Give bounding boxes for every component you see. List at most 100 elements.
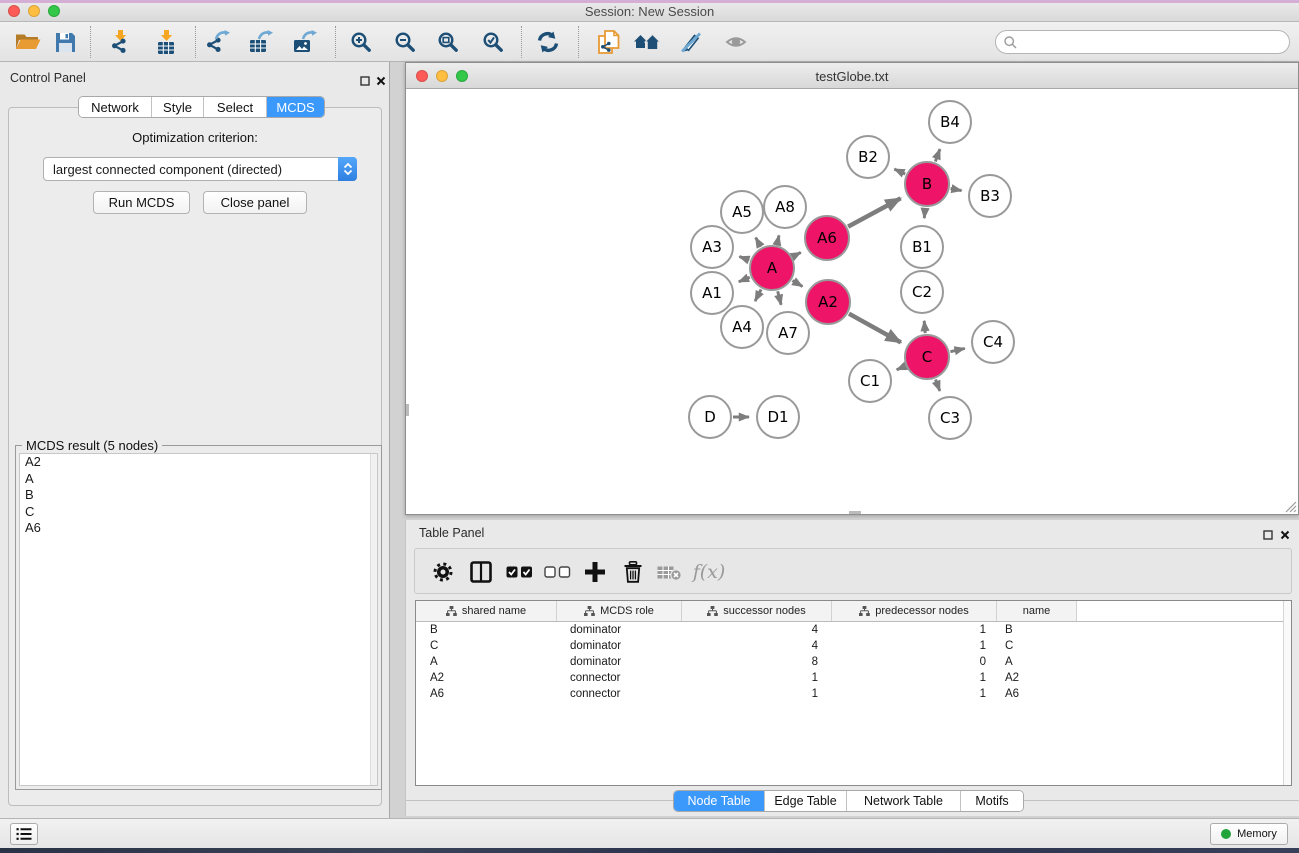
close-panel-icon[interactable] [374, 74, 388, 88]
graph-node-C1[interactable]: C1 [849, 360, 891, 402]
table-cell[interactable]: C [997, 638, 1077, 654]
graph-node-A1[interactable]: A1 [691, 272, 733, 314]
show-graphics-details-eye-icon[interactable] [718, 24, 754, 60]
table-cell[interactable]: 1 [682, 686, 832, 702]
table-cell[interactable]: B [416, 622, 557, 638]
graph-edge-C-C4[interactable] [950, 348, 964, 351]
graph-node-A2[interactable]: A2 [806, 280, 850, 324]
graph-node-B4[interactable]: B4 [929, 101, 971, 143]
zoom-fit-icon[interactable] [430, 24, 466, 60]
table-cell[interactable]: 0 [832, 654, 997, 670]
close-panel-button[interactable]: Close panel [203, 191, 307, 214]
create-column-plus-icon[interactable] [579, 556, 611, 588]
column-header-shared-name[interactable]: shared name [416, 601, 557, 621]
table-cell[interactable]: dominator [557, 654, 682, 670]
float-panel-icon[interactable] [358, 74, 372, 88]
graph-edge-C-C3[interactable] [936, 380, 940, 391]
import-table-icon[interactable] [148, 24, 184, 60]
float-table-panel-icon[interactable] [1261, 528, 1275, 542]
home-icon[interactable] [629, 24, 665, 60]
delete-columns-trash-icon[interactable] [617, 556, 649, 588]
resize-grip-icon[interactable] [1284, 500, 1297, 513]
table-row[interactable]: A2connector11A2 [416, 670, 1291, 686]
export-table-icon[interactable] [243, 24, 279, 60]
zoom-selected-icon[interactable] [475, 24, 511, 60]
mcds-result-item[interactable]: C [20, 504, 377, 521]
graph-edge-A-A1[interactable] [739, 277, 750, 282]
search-field[interactable] [995, 30, 1290, 54]
import-network-icon[interactable] [102, 24, 138, 60]
column-header-mcds-role[interactable]: MCDS role [557, 601, 682, 621]
table-row[interactable]: Cdominator41C [416, 638, 1291, 654]
mcds-result-item[interactable]: A [20, 471, 377, 488]
table-cell[interactable]: connector [557, 686, 682, 702]
graph-edge-B-B2[interactable] [894, 169, 905, 174]
graph-node-B[interactable]: B [905, 162, 949, 206]
select-all-icon[interactable] [503, 556, 535, 588]
graph-edge-B-B4[interactable] [935, 149, 940, 161]
graph-node-C4[interactable]: C4 [972, 321, 1014, 363]
function-builder-icon[interactable]: f(x) [687, 556, 731, 588]
refresh-icon[interactable] [530, 24, 566, 60]
result-list-scrollbar[interactable] [370, 454, 377, 785]
graph-edge-A-A6[interactable] [793, 252, 801, 256]
graph-node-B2[interactable]: B2 [847, 136, 889, 178]
table-cell[interactable]: C [416, 638, 557, 654]
table-cell[interactable]: 1 [682, 670, 832, 686]
table-settings-gear-icon[interactable] [427, 556, 459, 588]
task-history-button[interactable] [10, 823, 38, 845]
graph-edge-C-C2[interactable] [924, 321, 925, 333]
mcds-result-item[interactable]: A2 [20, 454, 377, 471]
table-cell[interactable]: 4 [682, 638, 832, 654]
network-canvas[interactable]: AA1A3A5A8A4A7A6A2BB1B2B3B4CC1C2C3C4DD1 [406, 89, 1298, 514]
deselect-all-icon[interactable] [541, 556, 573, 588]
show-columns-icon[interactable] [465, 556, 497, 588]
graph-node-A6[interactable]: A6 [805, 216, 849, 260]
table-row[interactable]: Bdominator41B [416, 622, 1291, 638]
table-row[interactable]: Adominator80A [416, 654, 1291, 670]
table-cell[interactable]: A [416, 654, 557, 670]
mcds-result-item[interactable]: A6 [20, 520, 377, 537]
graph-edge-A-A4[interactable] [755, 289, 761, 301]
tab-network[interactable]: Network [79, 97, 152, 117]
tab-node-table[interactable]: Node Table [674, 791, 765, 811]
close-table-panel-icon[interactable] [1278, 528, 1292, 542]
graph-edge-A-A7[interactable] [778, 291, 781, 305]
open-session-icon[interactable] [10, 24, 46, 60]
table-cell[interactable]: dominator [557, 622, 682, 638]
save-session-icon[interactable] [47, 24, 83, 60]
table-cell[interactable]: connector [557, 670, 682, 686]
graph-edge-A-A8[interactable] [777, 235, 779, 244]
graph-node-C[interactable]: C [905, 335, 949, 379]
zoom-out-icon[interactable] [387, 24, 423, 60]
table-cell[interactable]: A6 [416, 686, 557, 702]
tab-edge-table[interactable]: Edge Table [765, 791, 847, 811]
delete-table-icon[interactable] [653, 556, 685, 588]
graph-edge-A-A5[interactable] [756, 238, 761, 247]
graph-edge-B-B3[interactable] [951, 189, 962, 191]
column-header-name[interactable]: name [997, 601, 1077, 621]
table-cell[interactable]: 1 [832, 638, 997, 654]
hide-graphics-details-icon[interactable] [673, 24, 709, 60]
memory-button[interactable]: Memory [1210, 823, 1288, 845]
graph-edge-A2-C[interactable] [849, 314, 901, 343]
column-header-predecessor-nodes[interactable]: predecessor nodes [832, 601, 997, 621]
graph-node-A[interactable]: A [750, 246, 794, 290]
graph-node-C2[interactable]: C2 [901, 271, 943, 313]
table-cell[interactable]: B [997, 622, 1077, 638]
export-image-icon[interactable] [287, 24, 323, 60]
search-input[interactable] [1017, 35, 1289, 49]
graph-node-D[interactable]: D [689, 396, 731, 438]
graph-node-A4[interactable]: A4 [721, 306, 763, 348]
tab-select[interactable]: Select [204, 97, 267, 117]
table-cell[interactable]: 8 [682, 654, 832, 670]
graph-edge-B-B1[interactable] [924, 208, 925, 218]
new-network-from-selection-icon[interactable] [591, 24, 627, 60]
criterion-dropdown[interactable]: largest connected component (directed) [43, 157, 357, 181]
graph-node-B1[interactable]: B1 [901, 226, 943, 268]
mcds-result-item[interactable]: B [20, 487, 377, 504]
tab-style[interactable]: Style [152, 97, 204, 117]
graph-edge-C-C1[interactable] [897, 366, 905, 369]
table-cell[interactable]: 1 [832, 686, 997, 702]
graph-node-A7[interactable]: A7 [767, 312, 809, 354]
